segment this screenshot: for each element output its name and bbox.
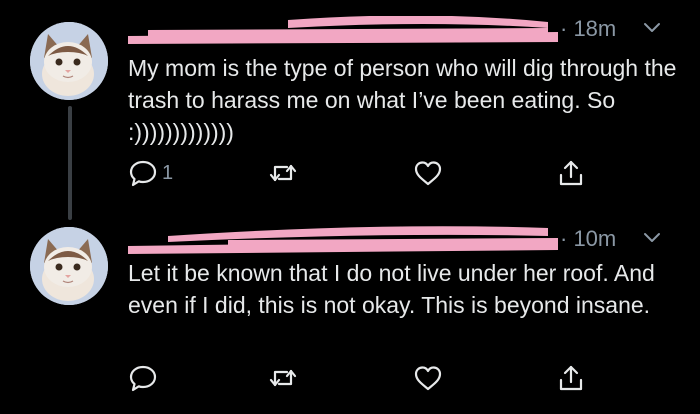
- reply-icon: [129, 365, 157, 392]
- thread-connector-line: [68, 106, 72, 220]
- avatar[interactable]: [30, 227, 108, 305]
- reply-button[interactable]: 1: [128, 155, 173, 191]
- chevron-down-icon[interactable]: [642, 20, 662, 36]
- reply-icon: [129, 160, 157, 187]
- share-button[interactable]: [556, 360, 586, 396]
- retweet-button[interactable]: [268, 360, 298, 396]
- heart-icon: [414, 366, 442, 391]
- cat-avatar-image: [30, 227, 108, 305]
- tweet-actions: 1: [128, 155, 598, 191]
- share-icon: [559, 160, 583, 186]
- avatar[interactable]: [30, 22, 108, 100]
- share-button[interactable]: [556, 155, 586, 191]
- tweet-text: Let it be known that I do not live under…: [128, 260, 655, 318]
- redacted-username-scribble: [128, 226, 558, 254]
- tweet[interactable]: · 18m My mom is the type of person who w…: [0, 0, 700, 220]
- redacted-username-scribble: [128, 16, 558, 44]
- retweet-icon: [269, 164, 297, 182]
- reply-button[interactable]: [128, 360, 162, 396]
- like-button[interactable]: [413, 155, 443, 191]
- like-button[interactable]: [413, 360, 443, 396]
- share-icon: [559, 365, 583, 391]
- tweet-timestamp[interactable]: · 18m: [560, 16, 616, 42]
- chevron-down-icon[interactable]: [642, 230, 662, 246]
- cat-avatar-image: [30, 22, 108, 100]
- tweet-timestamp[interactable]: · 10m: [560, 226, 616, 252]
- heart-icon: [414, 161, 442, 186]
- retweet-button[interactable]: [268, 155, 298, 191]
- reply-count: 1: [162, 161, 174, 184]
- tweet-header: · 10m: [128, 224, 680, 254]
- retweet-icon: [269, 369, 297, 387]
- tweet-actions: [128, 360, 598, 396]
- tweet-text: My mom is the type of person who will di…: [128, 55, 677, 145]
- tweet-header: · 18m: [128, 14, 680, 44]
